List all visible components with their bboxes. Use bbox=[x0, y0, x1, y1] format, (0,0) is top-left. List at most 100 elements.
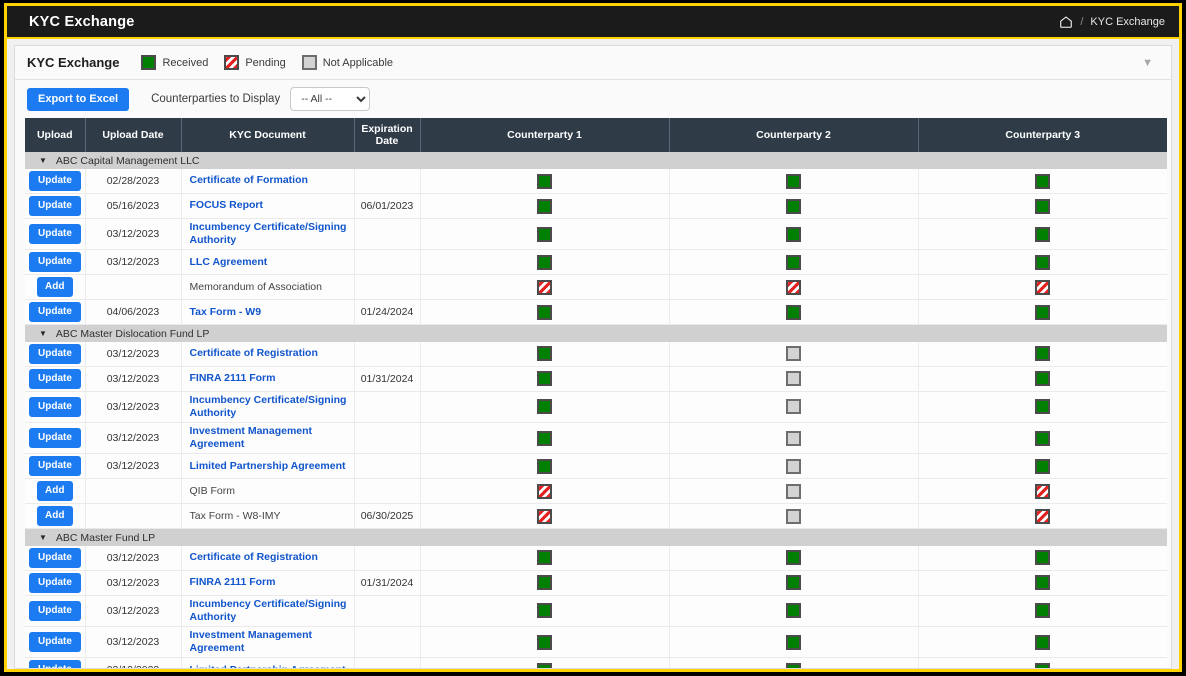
column-header-upload[interactable]: Upload bbox=[25, 118, 86, 152]
document-link[interactable]: Investment Management Agreement bbox=[190, 629, 348, 655]
cell-counterparty-2 bbox=[669, 657, 919, 668]
update-button[interactable]: Update bbox=[29, 572, 81, 593]
column-header-counterparty-1[interactable]: Counterparty 1 bbox=[419, 118, 670, 152]
document-link[interactable]: Tax Form - W9 bbox=[190, 306, 262, 319]
update-button[interactable]: Update bbox=[29, 343, 81, 364]
cell-upload: Update bbox=[25, 366, 86, 392]
group-header-row[interactable]: ▼ ABC Capital Management LLC bbox=[25, 152, 1167, 169]
breadcrumb-current[interactable]: KYC Exchange bbox=[1090, 16, 1165, 28]
column-header-expiration-date[interactable]: Expiration Date bbox=[353, 118, 421, 152]
group-collapse-caret-icon[interactable]: ▼ bbox=[39, 156, 47, 165]
column-header-kyc-document[interactable]: KYC Document bbox=[180, 118, 355, 152]
cell-upload-date: 03/12/2023 bbox=[85, 422, 182, 455]
document-link[interactable]: FINRA 2111 Form bbox=[190, 372, 276, 385]
update-button[interactable]: Update bbox=[29, 224, 81, 245]
home-icon[interactable] bbox=[1059, 15, 1073, 29]
update-button[interactable]: Update bbox=[29, 456, 81, 477]
status-received-icon bbox=[537, 254, 552, 270]
cell-counterparty-2 bbox=[669, 570, 919, 596]
breadcrumb: / KYC Exchange bbox=[1059, 15, 1165, 29]
cell-kyc-document: Tax Form - W8-IMY bbox=[181, 503, 355, 530]
add-button[interactable]: Add bbox=[36, 277, 73, 298]
cell-upload: Update bbox=[25, 218, 86, 251]
cell-kyc-document: Incumbency Certificate/Signing Authority bbox=[181, 218, 355, 251]
counterparties-select[interactable]: -- All -- bbox=[290, 87, 371, 111]
cell-expiration-date bbox=[354, 657, 421, 668]
cell-counterparty-1 bbox=[420, 657, 670, 668]
status-not-applicable-icon bbox=[786, 483, 801, 499]
export-to-excel-button[interactable]: Export to Excel bbox=[27, 87, 130, 111]
update-button[interactable]: Update bbox=[29, 196, 81, 216]
cell-expiration-date bbox=[354, 478, 421, 505]
status-received-icon bbox=[786, 662, 801, 668]
document-name: Memorandum of Association bbox=[189, 280, 322, 293]
status-received-icon bbox=[1035, 550, 1051, 566]
table-header-row: Upload Upload Date KYC Document Expirati… bbox=[25, 118, 1167, 152]
document-link[interactable]: Certificate of Formation bbox=[190, 174, 308, 187]
update-button[interactable]: Update bbox=[29, 600, 81, 621]
cell-kyc-document: LLC Agreement bbox=[181, 249, 355, 276]
document-link[interactable]: Incumbency Certificate/Signing Authority bbox=[190, 394, 348, 420]
status-pending-icon bbox=[786, 279, 801, 295]
column-header-counterparty-3[interactable]: Counterparty 3 bbox=[917, 118, 1167, 152]
status-not-applicable-icon bbox=[786, 371, 801, 387]
document-link[interactable]: Investment Management Agreement bbox=[190, 425, 348, 451]
update-button[interactable]: Update bbox=[29, 171, 81, 191]
cell-expiration-date: 06/30/2025 bbox=[354, 503, 421, 530]
document-name: QIB Form bbox=[189, 484, 236, 497]
cell-upload: Update bbox=[25, 422, 86, 455]
cell-expiration-date bbox=[354, 453, 421, 480]
group-collapse-caret-icon[interactable]: ▼ bbox=[39, 533, 47, 542]
cell-counterparty-2 bbox=[669, 341, 919, 367]
document-link[interactable]: FINRA 2111 Form bbox=[190, 576, 276, 589]
cell-kyc-document: Incumbency Certificate/Signing Authority bbox=[181, 595, 355, 628]
group-header-row[interactable]: ▼ ABC Master Dislocation Fund LP bbox=[25, 324, 1167, 342]
cell-counterparty-1 bbox=[420, 299, 670, 326]
cell-counterparty-1 bbox=[420, 422, 670, 455]
update-button[interactable]: Update bbox=[29, 547, 81, 568]
group-collapse-caret-icon[interactable]: ▼ bbox=[39, 329, 47, 338]
document-link[interactable]: FOCUS Report bbox=[190, 199, 264, 212]
update-button[interactable]: Update bbox=[29, 632, 81, 653]
toolbar: Export to Excel Counterparties to Displa… bbox=[15, 80, 1171, 118]
status-pending-icon bbox=[1035, 508, 1051, 524]
column-header-counterparty-2[interactable]: Counterparty 2 bbox=[668, 118, 919, 152]
cell-upload: Update bbox=[25, 193, 86, 219]
status-received-icon bbox=[537, 603, 552, 619]
update-button[interactable]: Update bbox=[29, 396, 81, 417]
cell-counterparty-1 bbox=[420, 341, 670, 367]
document-link[interactable]: Incumbency Certificate/Signing Authority bbox=[190, 221, 348, 247]
update-button[interactable]: Update bbox=[29, 368, 81, 389]
cell-kyc-document: Investment Management Agreement bbox=[181, 422, 355, 455]
cell-counterparty-3 bbox=[918, 503, 1167, 530]
group-header-row[interactable]: ▼ ABC Master Fund LP bbox=[25, 528, 1167, 546]
document-link[interactable]: Limited Partnership Agreement bbox=[190, 460, 346, 473]
add-button[interactable]: Add bbox=[36, 506, 73, 527]
table-row: Add QIB Form bbox=[25, 478, 1167, 505]
cell-counterparty-3 bbox=[918, 193, 1167, 219]
cell-upload-date: 03/12/2023 bbox=[85, 626, 182, 659]
update-button[interactable]: Update bbox=[29, 428, 81, 449]
kyc-table: Upload Upload Date KYC Document Expirati… bbox=[25, 118, 1167, 668]
document-link[interactable]: Limited Partnership Agreement bbox=[190, 664, 346, 668]
status-not-applicable-icon bbox=[786, 508, 801, 524]
cell-upload: Add bbox=[25, 274, 86, 301]
document-link[interactable]: Incumbency Certificate/Signing Authority bbox=[190, 598, 348, 624]
cell-expiration-date bbox=[354, 341, 421, 367]
cell-counterparty-2 bbox=[669, 626, 919, 659]
document-link[interactable]: Certificate of Registration bbox=[190, 347, 318, 360]
column-header-upload-date[interactable]: Upload Date bbox=[84, 118, 182, 152]
update-button[interactable]: Update bbox=[29, 302, 81, 323]
group-name: ABC Master Fund LP bbox=[55, 531, 156, 544]
not-applicable-swatch-icon bbox=[301, 55, 317, 70]
update-button[interactable]: Update bbox=[29, 660, 81, 668]
add-button[interactable]: Add bbox=[36, 481, 73, 502]
kyc-table-container[interactable]: Upload Upload Date KYC Document Expirati… bbox=[15, 118, 1171, 668]
chevron-down-icon[interactable]: ▼ bbox=[1142, 57, 1153, 69]
table-row: Update 03/12/2023 Incumbency Certificate/S… bbox=[25, 595, 1167, 628]
cell-counterparty-3 bbox=[918, 299, 1167, 326]
document-link[interactable]: Certificate of Registration bbox=[190, 551, 318, 564]
update-button[interactable]: Update bbox=[29, 252, 81, 273]
document-link[interactable]: LLC Agreement bbox=[190, 256, 268, 269]
status-received-icon bbox=[537, 430, 552, 446]
